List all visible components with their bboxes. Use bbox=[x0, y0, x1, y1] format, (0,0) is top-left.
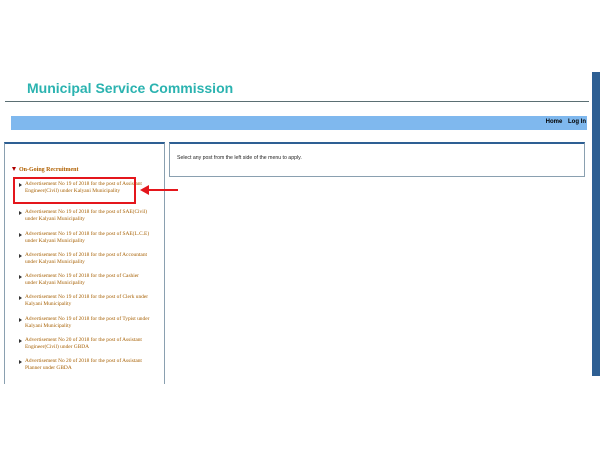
site-title: Municipal Service Commission bbox=[27, 80, 234, 96]
top-navbar: Home Log In bbox=[11, 116, 587, 130]
menu-item-label: Advertisement No 19 of 2018 for the post… bbox=[25, 252, 148, 265]
menu-item-label: Advertisement No 20 of 2018 for the post… bbox=[25, 358, 142, 371]
bullet-arrow-icon bbox=[19, 211, 22, 215]
menu-heading-label: On-Going Recruitment bbox=[19, 167, 79, 173]
caret-down-icon bbox=[12, 167, 16, 171]
menu-item-label: Advertisement No 19 of 2018 for the post… bbox=[25, 209, 148, 222]
highlight-box bbox=[13, 177, 136, 204]
menu-item-label: Advertisement No 20 of 2018 for the post… bbox=[25, 337, 142, 350]
bullet-arrow-icon bbox=[19, 360, 22, 364]
menu-item-label: Advertisement No 19 of 2018 for the post… bbox=[25, 231, 150, 244]
menu-item-label: Advertisement No 19 of 2018 for the post… bbox=[25, 273, 139, 286]
menu-item-clerk-kalyani[interactable]: Advertisement No 19 of 2018 for the post… bbox=[19, 294, 150, 308]
bullet-arrow-icon bbox=[19, 275, 22, 279]
instruction-text: Select any post from the left side of th… bbox=[177, 155, 302, 161]
home-link[interactable]: Home bbox=[546, 119, 563, 125]
title-divider bbox=[5, 101, 589, 102]
menu-item-typist-kalyani[interactable]: Advertisement No 19 of 2018 for the post… bbox=[19, 316, 150, 330]
bullet-arrow-icon bbox=[19, 254, 22, 258]
menu-heading[interactable]: On-Going Recruitment bbox=[12, 167, 79, 173]
bullet-arrow-icon bbox=[19, 318, 22, 322]
menu-item-label: Advertisement No 19 of 2018 for the post… bbox=[25, 316, 150, 329]
login-link[interactable]: Log In bbox=[568, 119, 586, 125]
bullet-arrow-icon bbox=[19, 339, 22, 343]
bullet-arrow-icon bbox=[19, 233, 22, 237]
nav-links: Home Log In bbox=[542, 119, 586, 125]
menu-item-sae-civil-kalyani[interactable]: Advertisement No 19 of 2018 for the post… bbox=[19, 209, 150, 223]
menu-item-label: Advertisement No 19 of 2018 for the post… bbox=[25, 294, 149, 307]
menu-item-ae-civil-gbda[interactable]: Advertisement No 20 of 2018 for the post… bbox=[19, 337, 150, 351]
menu-item-sae-lce-kalyani[interactable]: Advertisement No 19 of 2018 for the post… bbox=[19, 231, 150, 245]
menu-item-cashier-kalyani[interactable]: Advertisement No 19 of 2018 for the post… bbox=[19, 273, 150, 287]
right-edge-bar bbox=[592, 72, 600, 376]
bullet-arrow-icon bbox=[19, 296, 22, 300]
menu-item-accountant-kalyani[interactable]: Advertisement No 19 of 2018 for the post… bbox=[19, 252, 150, 266]
menu-item-assistant-planner-gbda[interactable]: Advertisement No 20 of 2018 for the post… bbox=[19, 358, 150, 372]
content-panel: Select any post from the left side of th… bbox=[169, 142, 585, 177]
red-arrow-icon bbox=[140, 185, 178, 195]
